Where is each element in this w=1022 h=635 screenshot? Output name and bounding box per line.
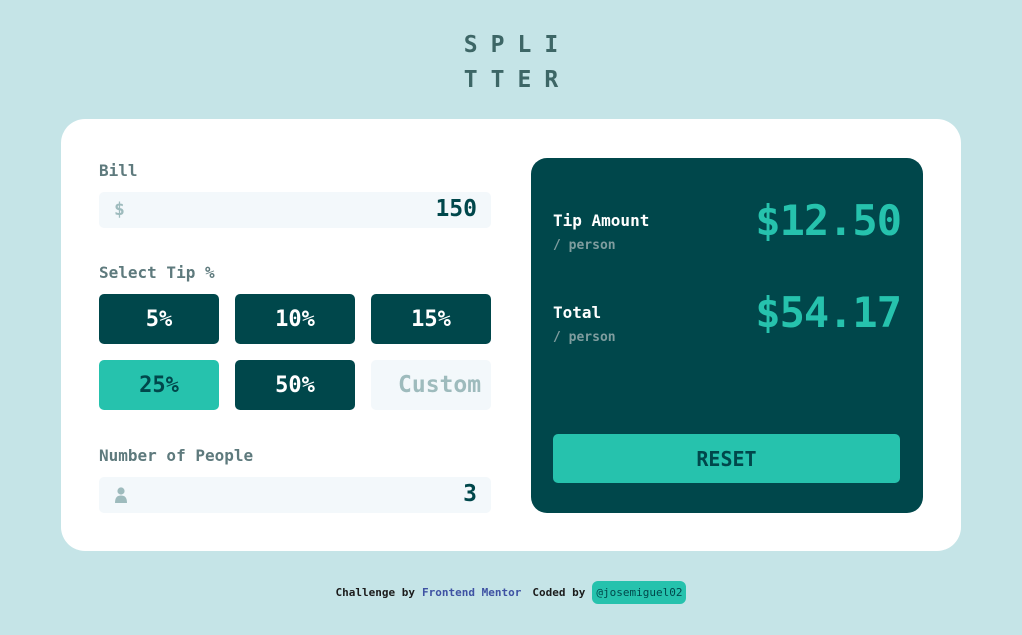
challenge-text: Challenge by bbox=[335, 585, 416, 599]
logo-line-1: SPLI bbox=[463, 32, 572, 58]
people-value[interactable]: 3 bbox=[463, 481, 477, 507]
author-link[interactable]: @josemiguel02 bbox=[592, 580, 687, 604]
tip-button-5[interactable]: 5% bbox=[99, 294, 219, 344]
total-per-person: / person bbox=[553, 330, 616, 345]
tip-button-15[interactable]: 15% bbox=[371, 294, 491, 344]
person-icon bbox=[115, 487, 127, 507]
people-label: Number of People bbox=[99, 446, 254, 465]
tip-custom-input[interactable]: Custom bbox=[371, 360, 491, 410]
people-input[interactable]: 3 bbox=[99, 477, 491, 513]
coded-by-text: Coded by bbox=[532, 585, 586, 599]
dollar-icon: $ bbox=[114, 199, 125, 220]
bill-input[interactable]: $ 150 bbox=[99, 192, 491, 228]
attribution-footer: Challenge by Frontend Mentor Coded by @j… bbox=[0, 580, 1022, 604]
tip-amount-label: Tip Amount bbox=[553, 211, 650, 230]
select-tip-label: Select Tip % bbox=[99, 263, 215, 282]
tip-button-25[interactable]: 25% bbox=[99, 360, 219, 410]
app-logo: SPLI TTER bbox=[0, 28, 1022, 98]
results-panel: Tip Amount / person $12.50 Total / perso… bbox=[531, 158, 923, 513]
tip-button-10[interactable]: 10% bbox=[235, 294, 355, 344]
reset-button[interactable]: RESET bbox=[553, 434, 900, 483]
bill-value[interactable]: 150 bbox=[435, 196, 477, 222]
bill-label: Bill bbox=[99, 161, 138, 180]
calculator-card: Bill $ 150 Select Tip % 5% 10% 15% 25% 5… bbox=[61, 119, 961, 551]
tip-amount-per-person: / person bbox=[553, 238, 616, 253]
tip-button-50[interactable]: 50% bbox=[235, 360, 355, 410]
frontend-mentor-link[interactable]: Frontend Mentor bbox=[422, 586, 521, 599]
tip-amount-value: $12.50 bbox=[755, 196, 902, 245]
total-label: Total bbox=[553, 303, 602, 322]
total-value: $54.17 bbox=[755, 288, 902, 337]
logo-line-2: TTER bbox=[463, 67, 572, 93]
